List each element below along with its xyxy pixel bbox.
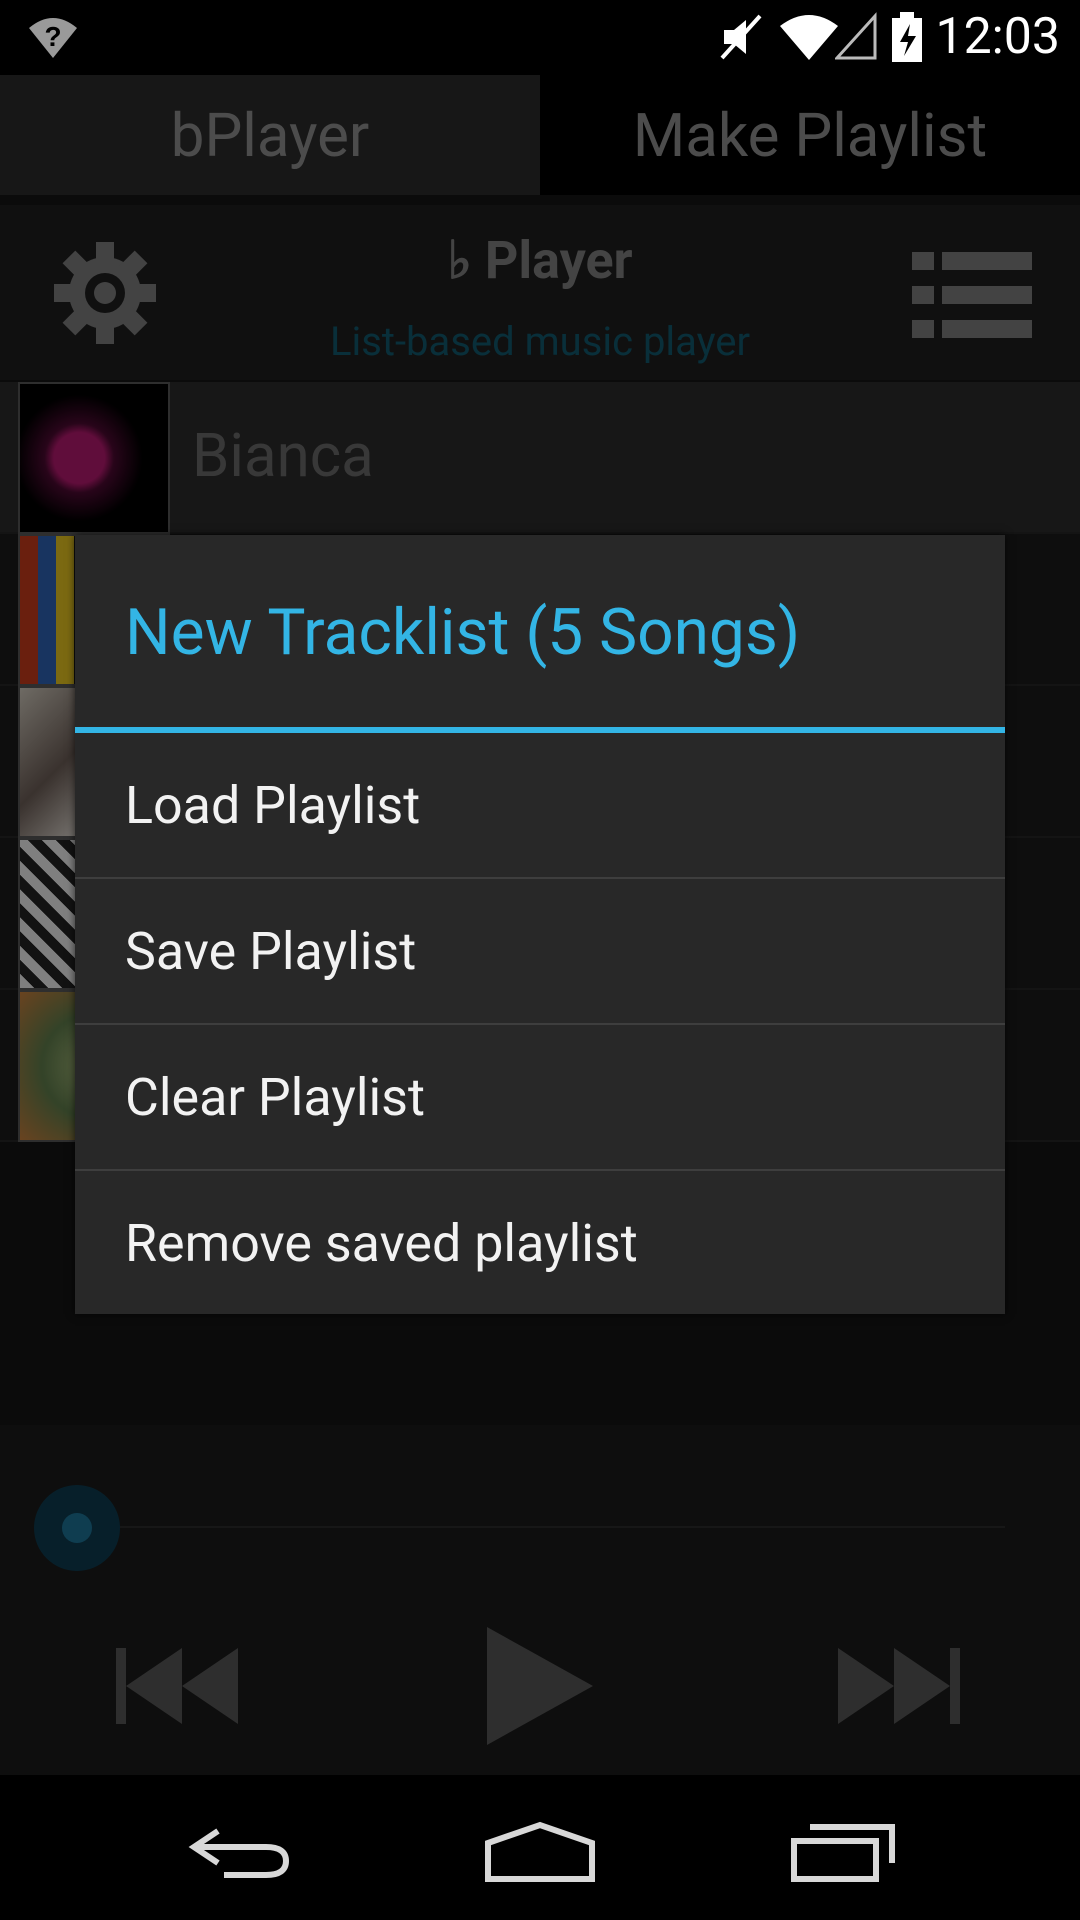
navigation-bar: [0, 1775, 1080, 1920]
mute-icon: [720, 14, 762, 60]
clear-playlist-item[interactable]: Clear Playlist: [75, 1025, 1005, 1169]
status-bar: ? 12:03: [0, 0, 1080, 75]
wifi-icon: [780, 15, 838, 60]
svg-text:?: ?: [44, 21, 61, 52]
clock: 12:03: [935, 8, 1060, 66]
remove-saved-playlist-item[interactable]: Remove saved playlist: [75, 1171, 1005, 1315]
playlist-dialog: New Tracklist (5 Songs) Load Playlist Sa…: [75, 535, 1005, 1314]
recent-apps-icon[interactable]: [790, 1823, 896, 1883]
battery-charging-icon: [892, 12, 922, 62]
load-playlist-item[interactable]: Load Playlist: [75, 733, 1005, 877]
save-playlist-item[interactable]: Save Playlist: [75, 879, 1005, 1023]
cell-signal-icon: [835, 12, 877, 60]
dialog-title: New Tracklist (5 Songs): [125, 595, 801, 670]
back-icon[interactable]: [188, 1825, 292, 1881]
wifi-unknown-icon: ?: [29, 18, 77, 58]
home-icon[interactable]: [484, 1821, 596, 1883]
